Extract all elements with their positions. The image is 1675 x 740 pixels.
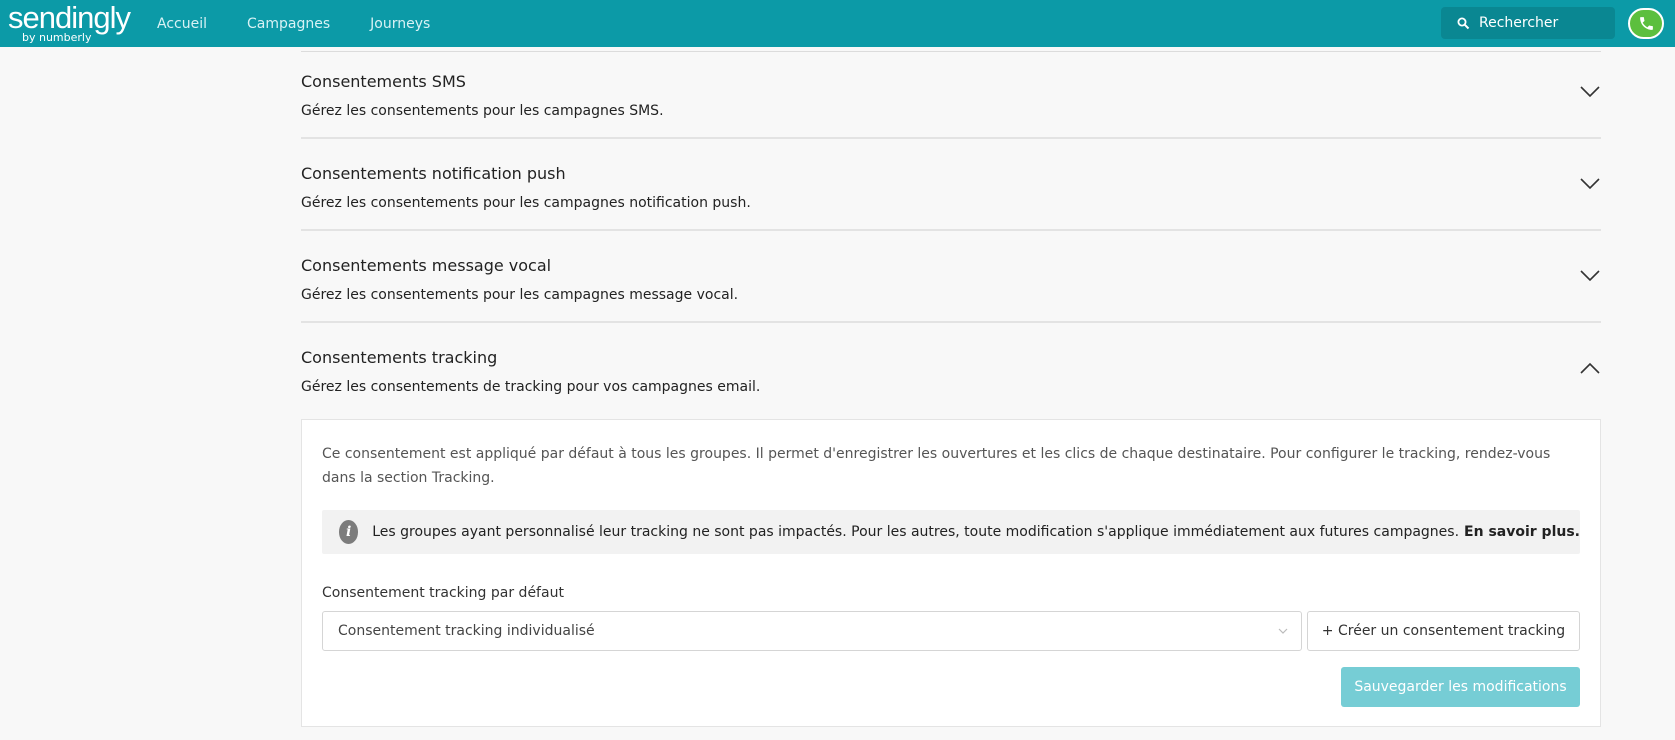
logo-subtitle: by numberly	[22, 31, 92, 44]
chevron-down-icon[interactable]	[1579, 85, 1601, 99]
logo[interactable]: sendingly by numberly	[8, 0, 131, 43]
learn-more-link[interactable]: En savoir plus.	[1464, 524, 1580, 540]
nav-item-accueil[interactable]: Accueil	[157, 16, 207, 32]
search-placeholder: Rechercher	[1479, 15, 1559, 31]
phone-icon	[1639, 17, 1653, 30]
tracking-description: Ce consentement est appliqué par défaut …	[322, 446, 1551, 486]
save-button[interactable]: Sauvegarder les modifications	[1341, 667, 1580, 707]
accordion-description: Gérez les consentements pour les campagn…	[301, 195, 751, 211]
search-input[interactable]: Rechercher	[1441, 7, 1615, 39]
consent-settings: Consentements SMS Gérez les consentement…	[301, 47, 1601, 727]
default-consent-label: Consentement tracking par défaut	[322, 585, 564, 601]
accordion-description: Gérez les consentements pour les campagn…	[301, 103, 664, 119]
info-icon: i	[339, 520, 359, 544]
accordion-title: Consentements SMS	[301, 72, 466, 91]
chevron-down-icon	[1278, 628, 1288, 634]
nav-item-campagnes[interactable]: Campagnes	[247, 16, 330, 32]
phone-button[interactable]	[1628, 8, 1664, 39]
accordion-sms[interactable]: Consentements SMS Gérez les consentement…	[301, 47, 1601, 139]
info-message: Les groupes ayant personnalisé leur trac…	[372, 524, 1460, 540]
info-notice: i Les groupes ayant personnalisé leur tr…	[322, 510, 1580, 554]
logo-name: sendingly	[8, 0, 131, 35]
accordion-push[interactable]: Consentements notification push Gérez le…	[301, 139, 1601, 231]
nav-item-journeys[interactable]: Journeys	[370, 16, 430, 32]
top-bar: sendingly by numberly Accueil Campagnes …	[0, 0, 1675, 47]
accordion-description: Gérez les consentements pour les campagn…	[301, 287, 739, 303]
accordion-voice[interactable]: Consentements message vocal Gérez les co…	[301, 231, 1601, 323]
default-consent-select[interactable]: Consentement tracking individualisé	[322, 611, 1302, 651]
search-icon	[1457, 17, 1470, 29]
chevron-down-icon[interactable]	[1579, 177, 1601, 191]
create-tracking-consent-button[interactable]: + Créer un consentement tracking	[1307, 611, 1580, 651]
accordion-title: Consentements tracking	[301, 348, 498, 367]
accordion-description: Gérez les consentements de tracking pour…	[301, 379, 761, 395]
accordion-title: Consentements notification push	[301, 164, 566, 183]
accordion-title: Consentements message vocal	[301, 256, 552, 275]
main-nav: Accueil Campagnes Journeys	[157, 0, 430, 47]
info-text: Les groupes ayant personnalisé leur trac…	[372, 524, 1580, 540]
chevron-down-icon[interactable]	[1579, 269, 1601, 283]
chevron-up-icon[interactable]	[1579, 361, 1601, 375]
tracking-panel: Ce consentement est appliqué par défaut …	[301, 419, 1601, 727]
accordion-tracking[interactable]: Consentements tracking Gérez les consent…	[301, 323, 1601, 415]
select-value: Consentement tracking individualisé	[338, 623, 595, 639]
